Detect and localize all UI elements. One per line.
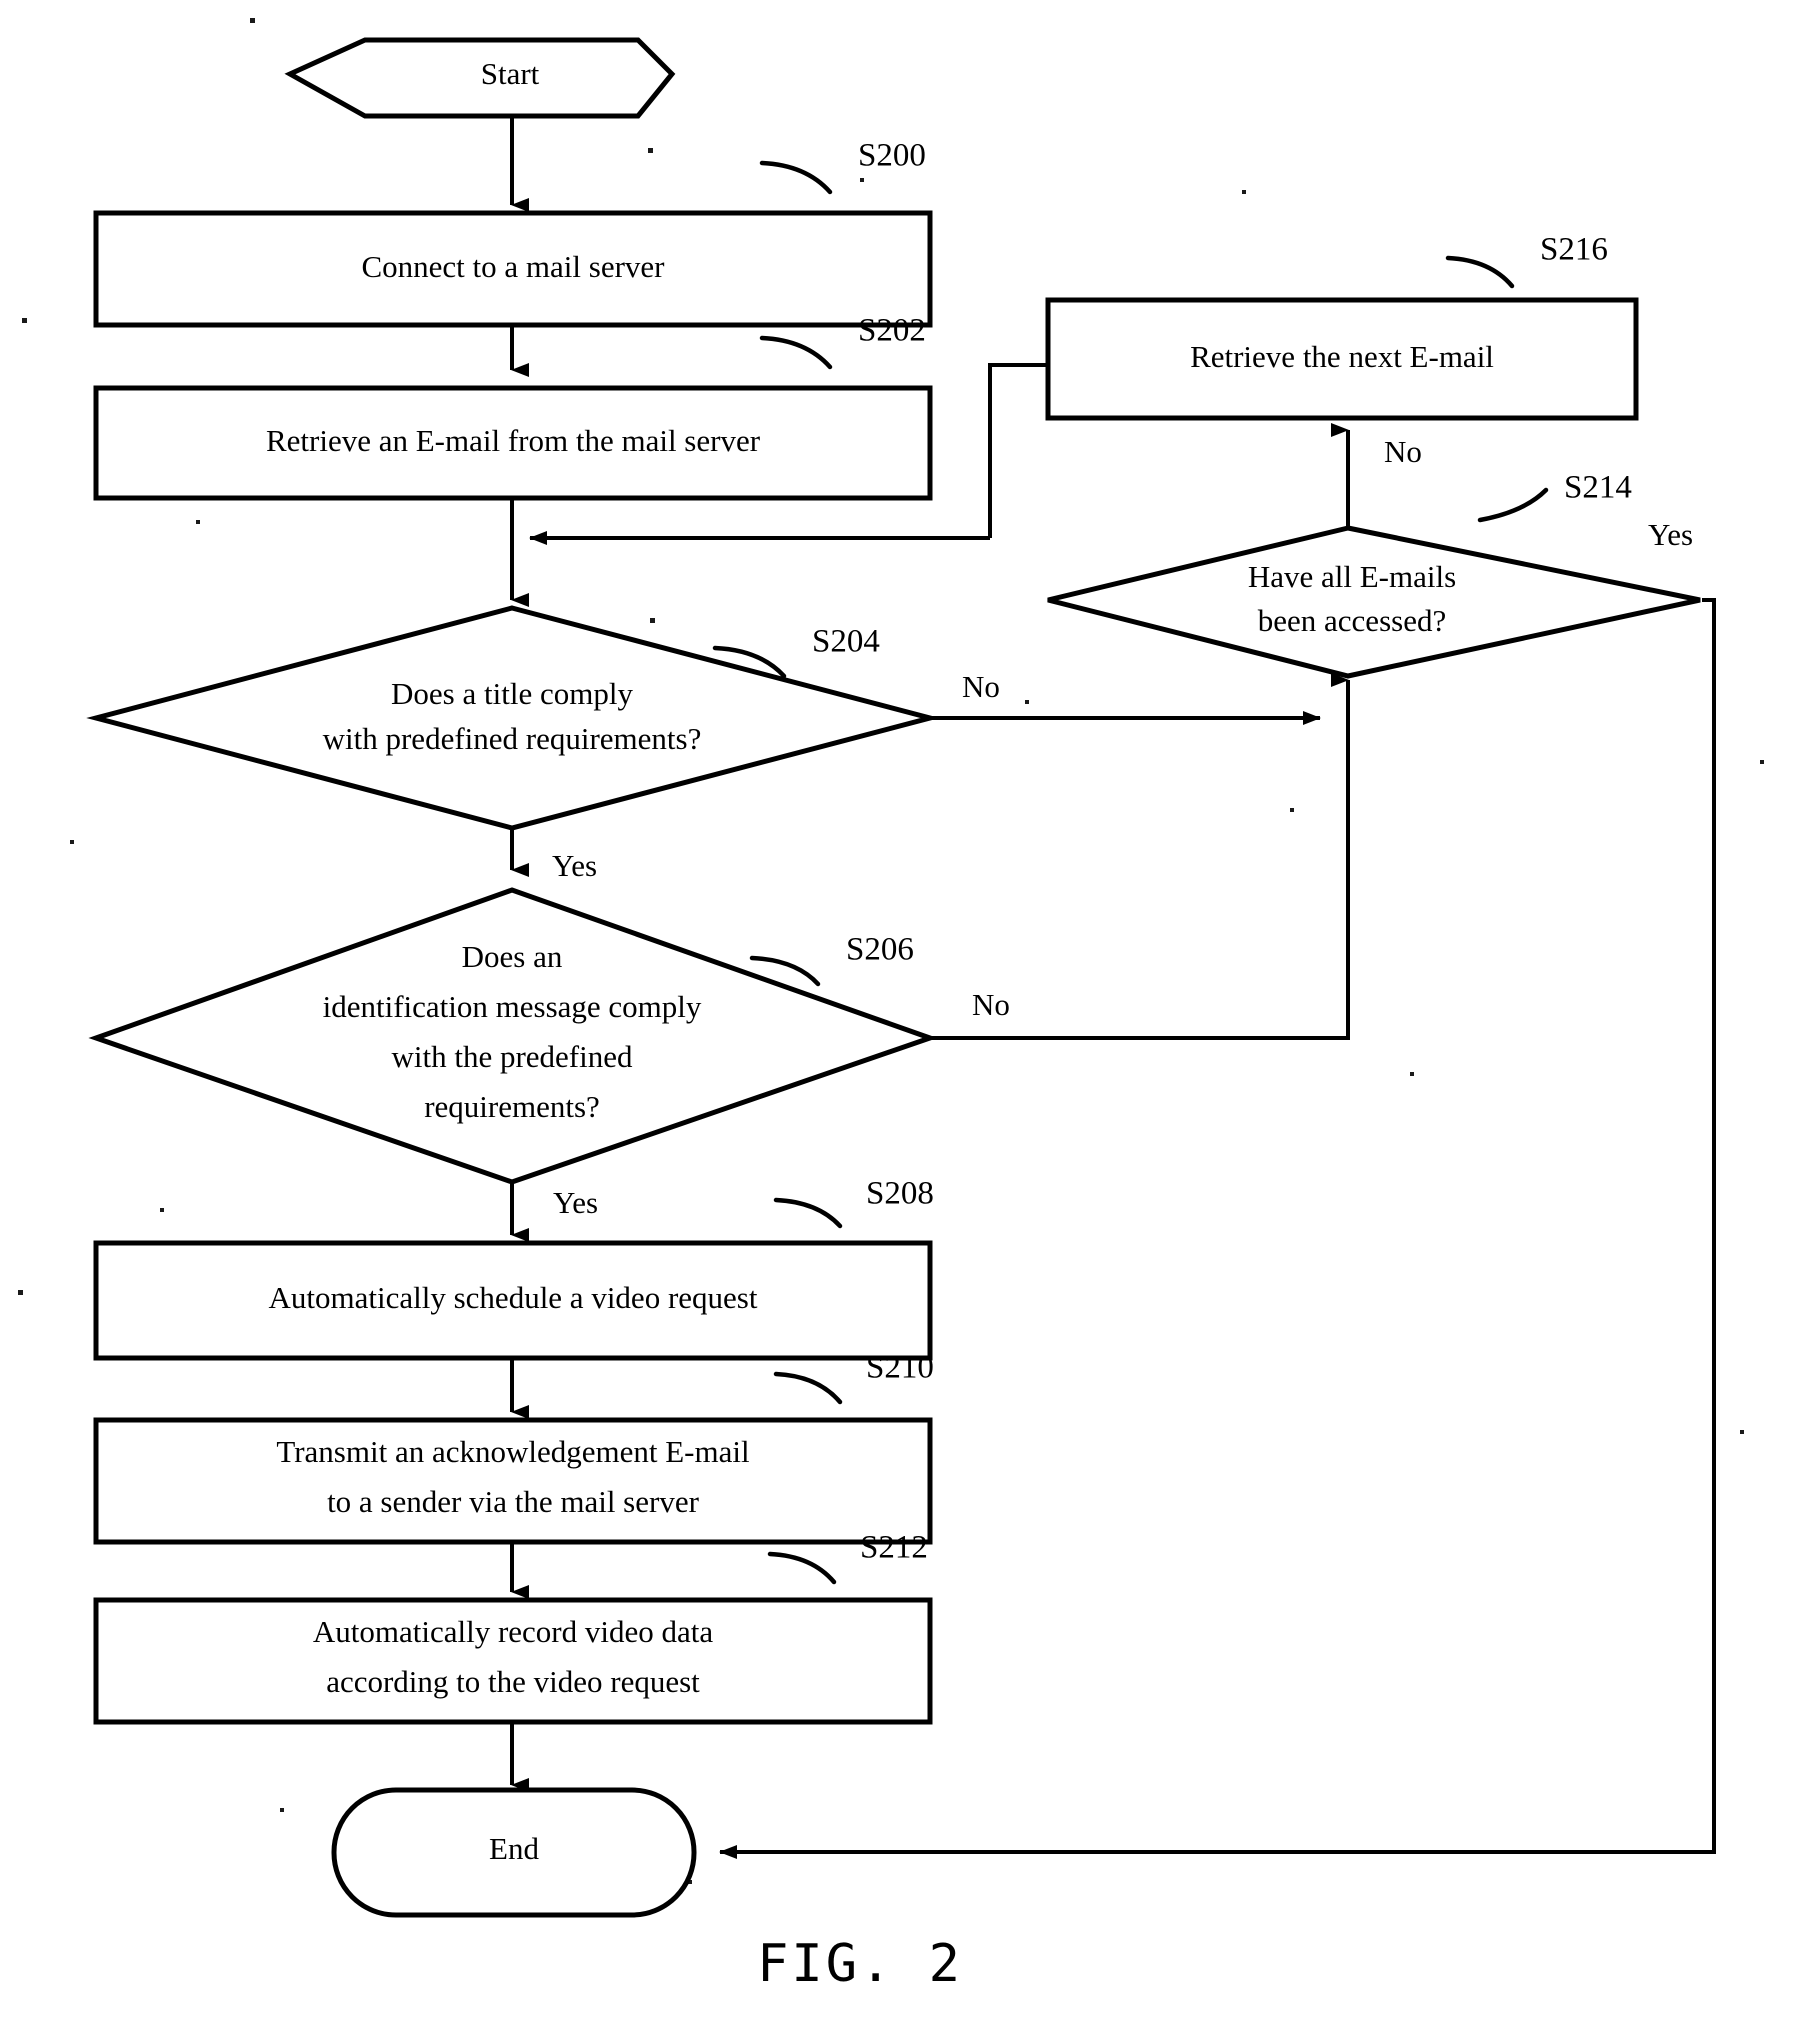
node-s214-line-1: Have all E-mails: [1248, 559, 1456, 594]
step-label-s200-group: S200: [759, 138, 926, 195]
step-label-s206-group: S206: [749, 932, 914, 987]
node-s202: Retrieve an E-mail from the mail server: [93, 385, 933, 501]
node-s210-line-2: to a sender via the mail server: [327, 1484, 700, 1519]
node-s206-line-3: with the predefined: [391, 1039, 633, 1074]
step-label-s200: S200: [858, 138, 926, 174]
node-s210-line-1: Transmit an acknowledgement E-mail: [276, 1434, 749, 1469]
node-s216-label: Retrieve the next E-mail: [1190, 339, 1494, 374]
step-label-s202: S202: [858, 313, 926, 349]
node-s208: Automatically schedule a video request: [93, 1240, 933, 1361]
step-label-s216: S216: [1540, 232, 1608, 268]
branch-label-s204-yes: Yes: [552, 848, 597, 883]
step-label-s204: S204: [812, 624, 880, 660]
step-label-s214-group: S214: [1477, 470, 1632, 523]
node-s214-line-2: been accessed?: [1258, 603, 1446, 638]
step-label-s216-group: S216: [1445, 232, 1608, 289]
node-s206-line-2: identification message comply: [323, 989, 702, 1024]
node-s204-line-2: with predefined requirements?: [323, 721, 702, 756]
node-s206-line-4: requirements?: [424, 1089, 600, 1124]
branch-label-s206-no: No: [972, 987, 1010, 1022]
node-end-label: End: [489, 1831, 539, 1866]
node-s212-line-2: according to the video request: [326, 1664, 700, 1699]
node-s216: Retrieve the next E-mail: [1045, 297, 1639, 421]
node-start-label: Start: [481, 56, 540, 91]
node-s208-label: Automatically schedule a video request: [269, 1280, 758, 1315]
flowchart-figure: Start Connect to a mail server S200 Retr…: [18, 18, 1764, 1994]
step-label-s210: S210: [866, 1350, 934, 1386]
node-s206-line-1: Does an: [462, 939, 563, 974]
branch-label-s204-no: No: [962, 669, 1000, 704]
node-s212: Automatically record video data accordin…: [93, 1597, 933, 1725]
step-label-s206: S206: [846, 932, 914, 968]
node-s210: Transmit an acknowledgement E-mail to a …: [93, 1417, 933, 1545]
step-label-s208: S208: [866, 1176, 934, 1212]
node-s212-line-1: Automatically record video data: [313, 1614, 714, 1649]
node-s206: Does an identification message comply wi…: [88, 887, 938, 1185]
node-s204: Does a title comply with predefined requ…: [86, 605, 940, 831]
node-s214: Have all E-mails been accessed?: [1047, 525, 1701, 679]
branch-label-s214-yes: Yes: [1648, 517, 1693, 552]
step-label-s208-group: S208: [773, 1176, 934, 1229]
node-start: Start: [284, 37, 676, 119]
step-label-s212: S212: [860, 1530, 928, 1566]
edge-s216-return-riser: [988, 363, 1048, 538]
branch-label-s214-no: No: [1384, 434, 1422, 469]
node-end: End: [331, 1787, 697, 1918]
node-s204-line-1: Does a title comply: [391, 676, 633, 711]
node-s200: Connect to a mail server: [93, 210, 933, 328]
step-label-s214: S214: [1564, 470, 1632, 506]
branch-label-s206-yes: Yes: [553, 1185, 598, 1220]
node-s202-label: Retrieve an E-mail from the mail server: [266, 423, 761, 458]
figure-caption: FIG. 2: [757, 1934, 963, 1994]
node-s200-label: Connect to a mail server: [361, 249, 665, 284]
